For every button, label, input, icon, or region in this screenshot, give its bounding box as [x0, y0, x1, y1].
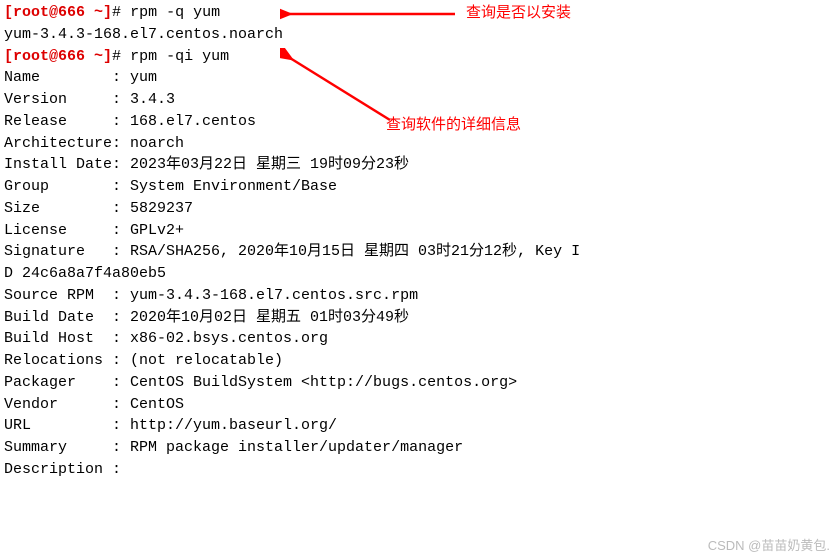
command-2: rpm -qi yum — [130, 48, 229, 65]
field-source-rpm: Source RPM : yum-3.4.3-168.el7.centos.sr… — [4, 285, 834, 307]
field-version: Version : 3.4.3 — [4, 89, 834, 111]
output-line-1: yum-3.4.3-168.el7.centos.noarch — [4, 24, 834, 46]
field-license: License : GPLv2+ — [4, 220, 834, 242]
field-architecture: Architecture: noarch — [4, 133, 834, 155]
field-relocations: Relocations : (not relocatable) — [4, 350, 834, 372]
prompt-prefix-2: [root@666 ~] — [4, 48, 112, 65]
field-build-date: Build Date : 2020年10月02日 星期五 01时03分49秒 — [4, 307, 834, 329]
field-install-date: Install Date: 2023年03月22日 星期三 19时09分23秒 — [4, 154, 834, 176]
field-url: URL : http://yum.baseurl.org/ — [4, 415, 834, 437]
field-name: Name : yum — [4, 67, 834, 89]
field-signature-2: D 24c6a8a7f4a80eb5 — [4, 263, 834, 285]
annotation-1: 查询是否以安装 — [466, 2, 571, 24]
annotation-2: 查询软件的详细信息 — [386, 114, 521, 136]
prompt-prefix-1: [root@666 ~] — [4, 4, 112, 21]
field-signature-1: Signature : RSA/SHA256, 2020年10月15日 星期四 … — [4, 241, 834, 263]
watermark: CSDN @苗苗奶黄包. — [708, 537, 830, 556]
field-vendor: Vendor : CentOS — [4, 394, 834, 416]
prompt-hash-1: # — [112, 4, 121, 21]
terminal-line-2: [root@666 ~]# rpm -qi yum — [4, 46, 834, 68]
field-summary: Summary : RPM package installer/updater/… — [4, 437, 834, 459]
command-1: rpm -q yum — [130, 4, 220, 21]
field-description: Description : — [4, 459, 834, 481]
prompt-hash-2: # — [112, 48, 121, 65]
field-size: Size : 5829237 — [4, 198, 834, 220]
terminal-line-1: [root@666 ~]# rpm -q yum — [4, 2, 834, 24]
field-group: Group : System Environment/Base — [4, 176, 834, 198]
field-build-host: Build Host : x86-02.bsys.centos.org — [4, 328, 834, 350]
field-packager: Packager : CentOS BuildSystem <http://bu… — [4, 372, 834, 394]
